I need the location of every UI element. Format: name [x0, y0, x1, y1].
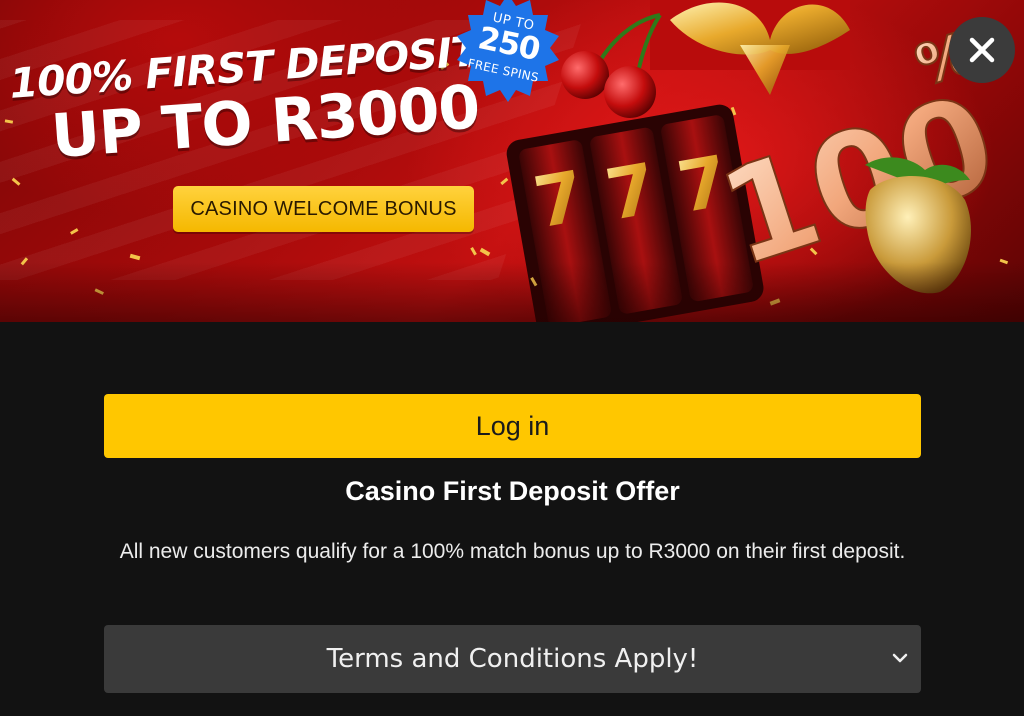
terms-label: Terms and Conditions Apply! — [326, 644, 699, 674]
promo-banner: 7 7 7 100 % 100% FIRST DEPOSIT UP TO R30… — [0, 0, 1024, 322]
free-spins-badge: UP TO 250 FREE SPINS — [449, 0, 567, 104]
offer-title: Casino First Deposit Offer — [345, 476, 680, 506]
close-button[interactable] — [949, 17, 1015, 83]
promo-modal: 7 7 7 100 % 100% FIRST DEPOSIT UP TO R30… — [0, 0, 1024, 716]
casino-welcome-bonus-pill: CASINO WELCOME BONUS — [173, 186, 474, 232]
close-icon — [969, 37, 995, 63]
offer-description: All new customers qualify for a 100% mat… — [119, 540, 906, 563]
terms-conditions-toggle[interactable]: Terms and Conditions Apply! — [104, 625, 921, 693]
chevron-down-icon — [892, 653, 908, 663]
banner-fade — [0, 262, 1024, 322]
login-button[interactable]: Log in — [104, 394, 921, 458]
